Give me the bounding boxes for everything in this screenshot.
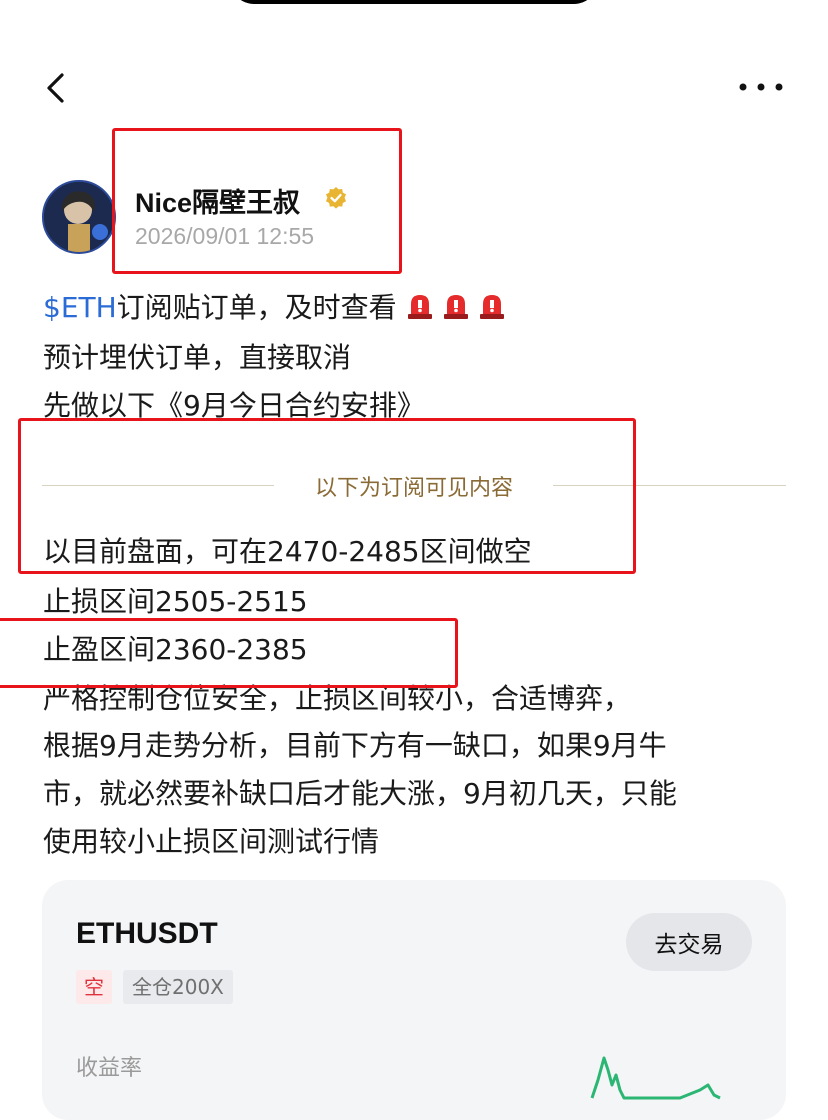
siren-icon [443,295,468,319]
go-trade-button[interactable]: 去交易 [626,913,752,971]
post-line-1: $ETH订阅贴订单，及时查看 [43,283,505,333]
chevron-left-icon[interactable] [40,70,76,106]
post-line-9: 市，就必然要补缺口后才能大涨，9月初几天，只能 [43,777,677,810]
trade-symbol: ETHUSDT [76,917,218,950]
post-date: 2026/09/01 12:55 [135,223,315,249]
siren-icon [407,295,432,319]
device-notch [230,0,598,4]
yield-label: 收益率 [76,1056,143,1081]
more-dots-icon[interactable] [738,72,784,102]
verified-badge-icon [326,187,346,209]
position-side-badge: 空 [76,970,112,1004]
margin-mode-badge: 全仓200X [123,970,233,1004]
avatar-image [44,182,114,252]
siren-icon [479,295,504,319]
post-line-5: 止损区间2505-2515 [43,585,308,618]
post-line-7: 严格控制仓位安全，止损区间较小，合适博弈， [43,682,632,715]
avatar[interactable] [42,180,116,254]
post-line-2: 预计埋伏订单，直接取消 [43,341,352,374]
post-line-3: 先做以下《9月今日合约安排》 [43,389,425,422]
post-line-1-text: 订阅贴订单，及时查看 [116,291,397,324]
author-name[interactable]: Nice隔壁王叔 [135,181,300,220]
cashtag-link[interactable]: $ETH [43,291,117,324]
subscriber-divider-label: 以下为订阅可见内容 [314,476,513,501]
post-line-8: 根据9月走势分析，目前下方有一缺口，如果9月牛 [43,729,667,762]
post-line-4: 以目前盘面，可在2470-2485区间做空 [43,535,532,568]
post-line-10: 使用较小止损区间测试行情 [43,825,380,858]
divider-line-right [553,485,786,486]
post-line-6: 止盈区间2360-2385 [43,633,308,666]
yield-sparkline [590,1056,721,1100]
